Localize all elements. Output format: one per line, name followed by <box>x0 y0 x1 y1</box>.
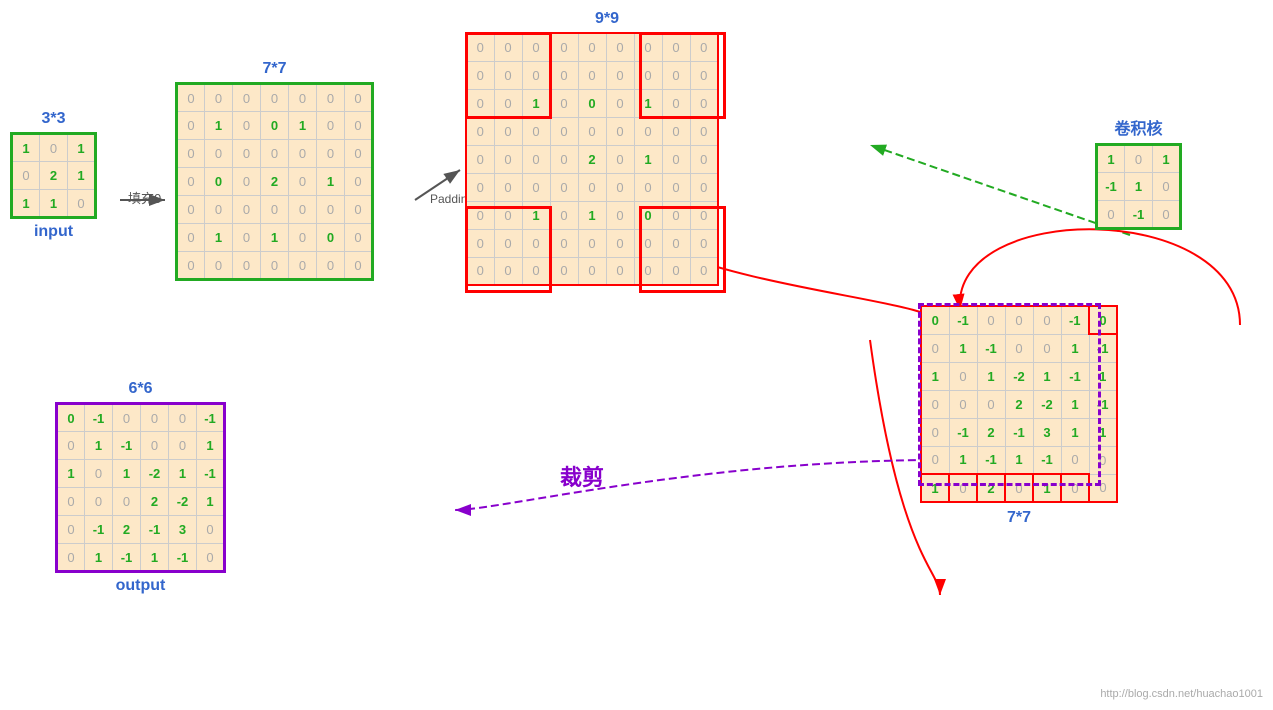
input-matrix-container: 3*3 101 021 110 input <box>10 110 97 241</box>
kernel-label: 卷积核 <box>1095 115 1182 139</box>
input-size-label: 3*3 <box>10 110 97 128</box>
input-name-label: input <box>10 223 97 241</box>
output-matrix: 0-10 00-1 01-1 001 101 -21-1 000 2-21 0-… <box>55 402 226 573</box>
nine-size-label: 9*9 <box>495 10 719 28</box>
result-matrix: 0-10 00-1 0 01-1 001 -1 101 -21-1 1 000 … <box>920 305 1118 503</box>
padded-size-label: 7*7 <box>175 60 374 78</box>
fill-label: 填充0 <box>128 188 161 207</box>
output-name-label: output <box>55 577 226 595</box>
result-size-label: 7*7 <box>920 509 1118 527</box>
output-matrix-container: 6*6 0-10 00-1 01-1 001 101 -21-1 000 2-2… <box>55 380 226 595</box>
kernel-matrix: 101 -110 0-10 <box>1095 143 1182 230</box>
crop-label: 裁剪 <box>560 460 604 492</box>
padded-matrix-container: 7*7 0000000 0100100 0000000 0002010 0000… <box>175 60 374 281</box>
result-matrix-container: 0-10 00-1 0 01-1 001 -1 101 -21-1 1 000 … <box>920 305 1118 531</box>
output-size-label: 6*6 <box>55 380 226 398</box>
kernel-matrix-container: 卷积核 101 -110 0-10 <box>1095 115 1182 230</box>
nine-matrix: 000 000 000 000 000 000 001 000 100 000 … <box>465 32 719 286</box>
input-matrix: 101 021 110 <box>10 132 97 219</box>
nine-matrix-container: 9*9 000 000 000 000 000 000 001 000 100 … <box>465 10 719 286</box>
watermark: http://blog.csdn.net/huachao1001 <box>1100 688 1263 700</box>
padded-matrix: 0000000 0100100 0000000 0002010 0000000 … <box>175 82 374 281</box>
